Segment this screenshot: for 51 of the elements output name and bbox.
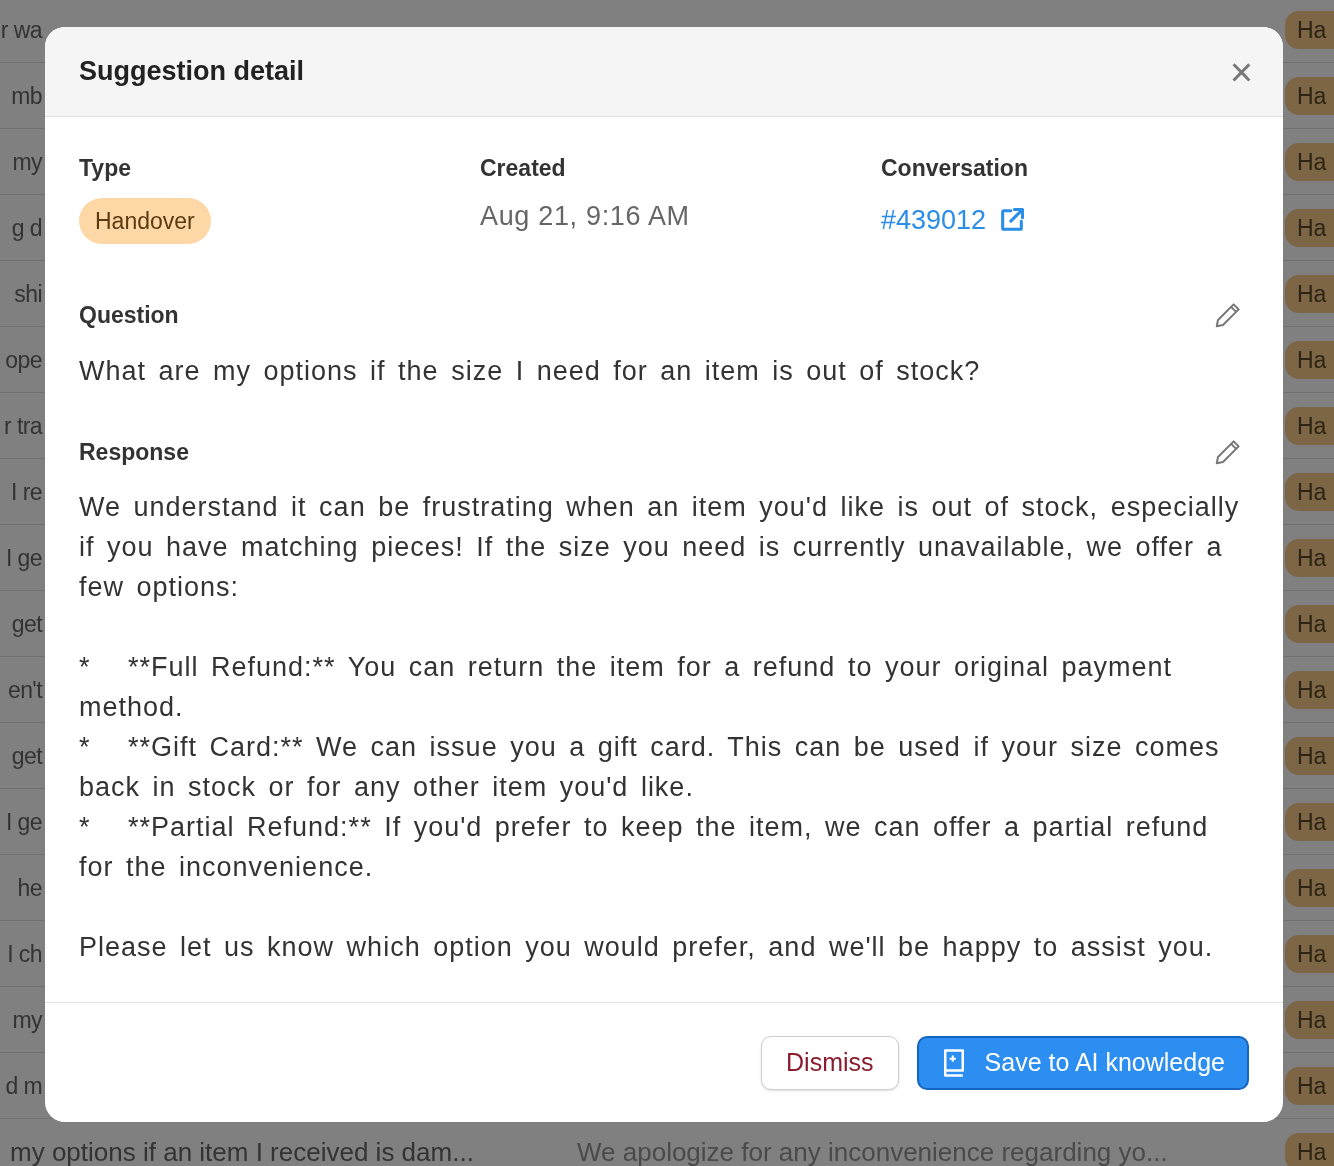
type-badge: Ha: [1285, 736, 1334, 775]
table-cell-text: get: [11, 609, 42, 639]
table-cell-text: he: [17, 873, 42, 903]
table-cell-text: d m: [5, 1071, 42, 1101]
type-badge: Ha: [1285, 340, 1334, 379]
field-label: Type: [79, 154, 131, 183]
type-badge: Ha: [1285, 208, 1334, 247]
created-date: Aug 21, 9:16 AM: [480, 199, 690, 233]
type-badge: Ha: [1285, 406, 1334, 445]
type-badge: Handover: [79, 197, 211, 244]
type-badge: Ha: [1285, 142, 1334, 181]
close-button[interactable]: ×: [1229, 51, 1253, 92]
dismiss-button[interactable]: Dismiss: [761, 1035, 899, 1090]
field-label: Created: [480, 154, 566, 183]
table-cell-text: en't: [7, 675, 42, 705]
table-cell-text: my: [12, 147, 42, 177]
type-badge: Ha: [1285, 1000, 1334, 1039]
type-badge: Ha: [1285, 604, 1334, 643]
type-badge: Ha: [1285, 868, 1334, 907]
table-cell-text: g d: [11, 213, 42, 243]
section-label: Question: [79, 301, 179, 330]
type-badge: Ha: [1285, 934, 1334, 973]
table-cell-text: I ge: [5, 543, 42, 573]
table-cell-text: I re: [11, 477, 42, 507]
table-cell-text: mb: [11, 81, 42, 111]
conversation-link[interactable]: #439012: [881, 199, 1027, 240]
field-label: Conversation: [881, 154, 1028, 183]
table-cell-text: shi: [14, 279, 42, 309]
table-cell-text: ope: [5, 345, 42, 375]
type-badge: Ha: [1285, 1132, 1334, 1166]
table-cell-text: I ge: [5, 807, 42, 837]
response-text: We understand it can be frustrating when an item you'd like is out of stock, especially if you have matching pieces! If the size you need is currently unavailable, we offer a few options: * **Full Refund:** You can return the item for a refund to your original payment method. * **Gift Card:** We can issue you a gift card. This can be used if your size comes back in stock or for any other item you'd like. * **Partial Refund:** If you'd prefer to keep the item, we can offer a partial refund for the inconvenience. Please let us know which option you would prefer, and we'll be happy to assist you.: [79, 491, 1241, 964]
table-cell-text: my: [12, 1005, 42, 1035]
question-text: What are my options if the size I need for an item is out of stock?: [79, 354, 982, 388]
table-cell-text: I ch: [7, 939, 42, 969]
dialog-title: Suggestion detail: [79, 55, 305, 89]
type-badge: Ha: [1285, 802, 1334, 841]
type-badge: Ha: [1285, 472, 1334, 511]
type-badge: Ha: [1285, 274, 1334, 313]
type-badge: Ha: [1285, 670, 1334, 709]
type-badge: Ha: [1285, 1066, 1334, 1105]
table-cell-text: my options if an item I received is dam...: [9, 1136, 475, 1166]
save-button[interactable]: Save to AI knowledge: [916, 1035, 1249, 1090]
table-cell-text: r wa: [0, 15, 42, 45]
table-cell-text: get: [11, 741, 42, 771]
type-badge: Ha: [1285, 76, 1334, 115]
table-cell-text: r tra: [4, 411, 42, 441]
type-badge: Ha: [1285, 10, 1334, 49]
section-label: Response: [79, 437, 189, 467]
type-badge: Ha: [1285, 538, 1334, 577]
external-link-icon: [998, 205, 1027, 234]
